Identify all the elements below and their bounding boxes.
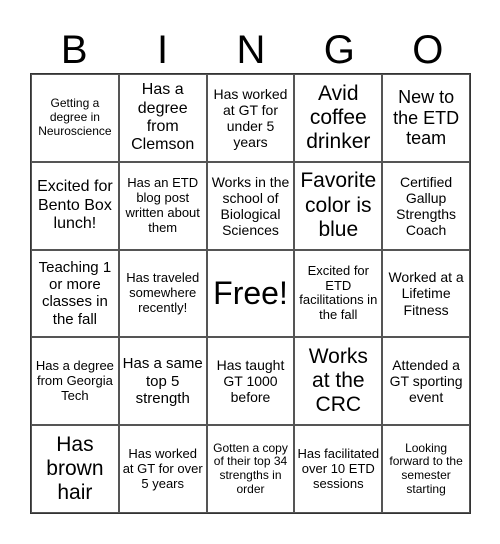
bingo-cell[interactable]: Has traveled somewhere recently! bbox=[118, 249, 207, 338]
bingo-cell[interactable]: Favorite color is blue bbox=[294, 161, 383, 250]
bingo-cell[interactable]: Excited for ETD facilitations in the fal… bbox=[294, 249, 383, 338]
bingo-cell[interactable]: Works at the CRC bbox=[294, 337, 383, 426]
bingo-cell[interactable]: Worked at a Lifetime Fitness bbox=[382, 249, 470, 338]
bingo-header: B I N G O bbox=[30, 28, 472, 72]
bingo-cell[interactable]: New to the ETD team bbox=[382, 74, 470, 162]
bingo-cell[interactable]: Certified Gallup Strengths Coach bbox=[382, 161, 470, 250]
header-letter-g: G bbox=[323, 28, 355, 72]
bingo-cell[interactable]: Attended a GT sporting event bbox=[382, 337, 470, 426]
header-letter-b: B bbox=[60, 28, 88, 72]
bingo-cell[interactable]: Has facilitated over 10 ETD sessions bbox=[294, 425, 383, 513]
bingo-cell[interactable]: Avid coffee drinker bbox=[294, 74, 383, 162]
bingo-cell[interactable]: Excited for Bento Box lunch! bbox=[31, 161, 119, 250]
bingo-cell[interactable]: Has brown hair bbox=[31, 425, 119, 513]
bingo-cell[interactable]: Getting a degree in Neuroscience bbox=[31, 74, 119, 162]
bingo-cell[interactable]: Gotten a copy of their top 34 strengths … bbox=[206, 425, 295, 513]
bingo-cell[interactable]: Works in the school of Biological Scienc… bbox=[206, 161, 295, 250]
header-letter-o: O bbox=[412, 28, 444, 72]
header-letter-i: I bbox=[157, 28, 169, 72]
bingo-cell[interactable]: Has an ETD blog post written about them bbox=[118, 161, 207, 250]
bingo-cell[interactable]: Has a degree from Georgia Tech bbox=[31, 337, 119, 426]
bingo-cell[interactable]: Teaching 1 or more classes in the fall bbox=[31, 249, 119, 338]
free-space-cell[interactable]: Free! bbox=[206, 249, 295, 338]
bingo-cell[interactable]: Has worked at GT for over 5 years bbox=[118, 425, 207, 513]
bingo-cell[interactable]: Has taught GT 1000 before bbox=[206, 337, 295, 426]
bingo-card-grid: Getting a degree in Neuroscience Has a d… bbox=[30, 73, 471, 514]
bingo-cell[interactable]: Has a degree from Clemson bbox=[118, 74, 207, 162]
bingo-cell[interactable]: Looking forward to the semester starting bbox=[382, 425, 470, 513]
header-letter-n: N bbox=[236, 28, 266, 72]
bingo-cell[interactable]: Has a same top 5 strength bbox=[118, 337, 207, 426]
bingo-cell[interactable]: Has worked at GT for under 5 years bbox=[206, 74, 295, 162]
